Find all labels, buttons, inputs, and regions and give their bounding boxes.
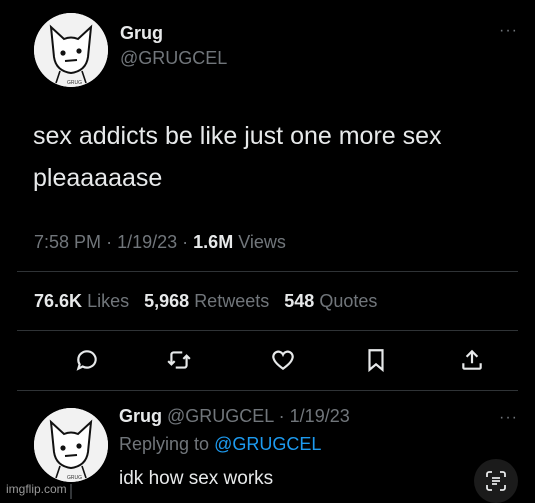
like-icon[interactable]	[270, 347, 296, 373]
likes-stat[interactable]: 76.6K Likes	[34, 291, 134, 311]
views-count: 1.6M	[193, 232, 234, 252]
tweet-text: sex addicts be like just one more sex pl…	[33, 115, 528, 199]
text-scan-button[interactable]	[474, 459, 518, 503]
tweet-date[interactable]: 1/19/23	[117, 232, 177, 252]
reply-date[interactable]: 1/19/23	[290, 406, 350, 426]
svg-text:GRUG: GRUG	[67, 475, 82, 481]
author-avatar[interactable]: GRUG	[34, 13, 108, 87]
svg-text:GRUG: GRUG	[67, 80, 82, 86]
divider	[17, 330, 518, 331]
quotes-stat[interactable]: 548 Quotes	[284, 291, 377, 311]
reply-icon[interactable]	[74, 347, 100, 373]
cat-avatar-icon: GRUG	[34, 13, 108, 87]
more-options-icon[interactable]: ···	[499, 22, 518, 40]
likes-label: Likes	[87, 291, 130, 311]
reply-author-handle[interactable]: @GRUGCEL	[167, 406, 274, 426]
separator: ·	[106, 232, 113, 252]
tweet-text-line: sex addicts be like just one more sex	[33, 122, 442, 150]
quotes-count: 548	[284, 291, 315, 311]
tweet-stats: 76.6K Likes 5,968 Retweets 548 Quotes	[34, 291, 377, 312]
retweets-stat[interactable]: 5,968 Retweets	[144, 291, 274, 311]
views-label: Views	[238, 232, 286, 252]
scan-text-icon	[486, 471, 506, 491]
retweets-count: 5,968	[144, 291, 190, 311]
retweets-label: Retweets	[194, 291, 270, 311]
separator: ·	[278, 406, 285, 426]
bookmark-icon[interactable]	[363, 347, 389, 373]
author-name[interactable]: Grug	[120, 23, 163, 44]
share-icon[interactable]	[459, 347, 485, 373]
reply-author-name[interactable]: Grug	[119, 406, 162, 426]
tweet-time[interactable]: 7:58 PM	[34, 232, 101, 252]
separator: ·	[182, 232, 189, 252]
thread-line	[70, 484, 72, 499]
retweet-icon[interactable]	[166, 347, 192, 373]
watermark: imgflip.com	[6, 482, 67, 496]
reply-text: idk how sex works	[119, 468, 274, 489]
replying-to-label: Replying to	[119, 434, 210, 454]
quotes-label: Quotes	[319, 291, 378, 311]
tweet-meta: 7:58 PM · 1/19/23 · 1.6M Views	[34, 232, 286, 253]
tweet-text-line: pleaaaaase	[33, 164, 163, 192]
cat-avatar-icon: GRUG	[34, 408, 108, 482]
reply-author-avatar[interactable]: GRUG	[34, 408, 108, 482]
author-handle[interactable]: @GRUGCEL	[120, 48, 227, 69]
likes-count: 76.6K	[34, 291, 83, 311]
reply-more-options-icon[interactable]: ···	[499, 409, 518, 427]
divider	[17, 390, 518, 391]
reply-header: Grug @GRUGCEL · 1/19/23	[119, 406, 350, 427]
replying-to-handle[interactable]: @GRUGCEL	[214, 434, 321, 454]
divider	[17, 271, 518, 272]
replying-to: Replying to @GRUGCEL	[119, 434, 321, 455]
